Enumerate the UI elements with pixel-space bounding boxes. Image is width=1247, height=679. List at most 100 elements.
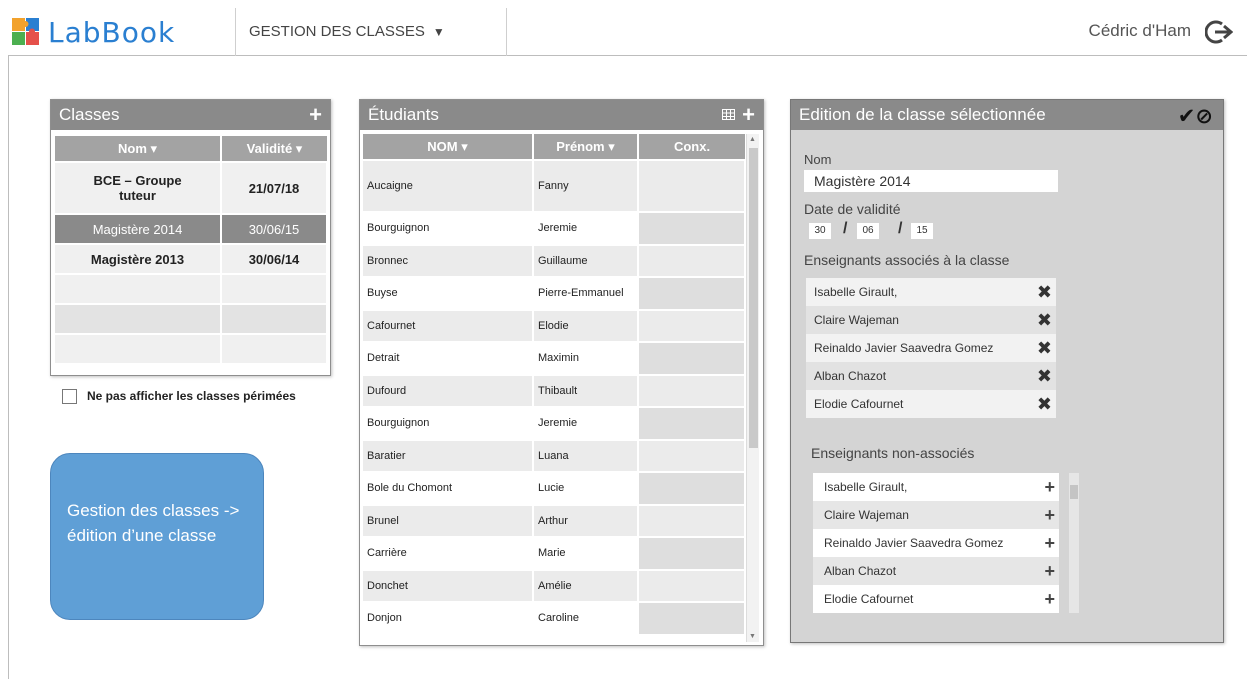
hide-expired-checkbox[interactable] [62,389,77,405]
classes-table: Nom ▾ Validité ▾ BCE – Groupe tuteur 21/… [55,136,328,365]
student-prenom: Jeremie [533,212,639,246]
nom-field[interactable]: Magistère 2014 [804,170,1058,192]
table-row[interactable]: Baratier Luana [363,439,746,473]
table-row[interactable]: Bourguignon Jeremie [363,212,746,246]
scrollbar-thumb[interactable] [749,148,758,448]
student-conx [638,569,746,603]
students-panel: Étudiants + NOM ▾ Prénom ▾ Conx. Aucaign… [359,99,764,646]
table-row[interactable]: Detrait Maximin [363,342,746,376]
remove-teacher-icon[interactable]: ✖ [1037,278,1052,306]
add-teacher-icon[interactable]: + [1044,585,1055,613]
student-nom: Brunel [363,504,534,538]
student-conx [638,277,746,311]
add-teacher-icon[interactable]: + [1044,501,1055,529]
table-row[interactable]: BCE – Groupe tuteur 21/07/18 [55,162,328,215]
add-class-icon[interactable]: + [309,100,322,130]
date-month-field[interactable]: 06 [857,223,879,239]
remove-teacher-icon[interactable]: ✖ [1037,390,1052,418]
column-header-nom[interactable]: Nom ▾ [55,136,222,163]
table-row[interactable]: Aucaigne Fanny [363,160,746,213]
associated-teachers-list: Isabelle Girault, ✖ Claire Wajeman ✖ Reinald… [806,278,1056,418]
table-row[interactable]: Bole du Chomont Lucie [363,472,746,506]
table-row[interactable]: Bourguignon Jeremie [363,407,746,441]
scroll-up-icon[interactable]: ▲ [749,136,756,143]
date-separator: / [898,220,903,237]
empty-row [55,304,328,335]
left-border [8,56,9,679]
student-nom: Detrait [363,342,534,376]
class-validity: 30/06/15 [221,214,328,245]
student-prenom: Jeremie [533,407,639,441]
column-header-validite[interactable]: Validité ▾ [221,136,327,163]
add-teacher-icon[interactable]: + [1044,557,1055,585]
hide-expired-option[interactable]: Ne pas afficher les classes périmées [62,389,296,405]
column-header-conx[interactable]: Conx. [638,134,745,161]
table-grid-icon[interactable] [722,109,735,120]
empty-row [55,334,328,365]
table-row[interactable]: Donjon Caroline [363,602,746,636]
non-associated-teacher-item: Reinaldo Javier Saavedra Gomez + [813,529,1059,557]
add-student-icon[interactable]: + [742,100,755,130]
student-conx [638,602,746,636]
remove-teacher-icon[interactable]: ✖ [1037,362,1052,390]
student-nom: Bourguignon [363,212,534,246]
remove-teacher-icon[interactable]: ✖ [1037,306,1052,334]
table-row[interactable]: Bronnec Guillaume [363,244,746,278]
students-list[interactable]: NOM ▾ Prénom ▾ Conx. Aucaigne Fanny Bourgu… [360,130,746,645]
student-conx [638,472,746,506]
table-row[interactable]: Brunel Arthur [363,504,746,538]
table-row[interactable]: Carrière Marie [363,537,746,571]
non-associated-teacher-item: Isabelle Girault, + [813,473,1059,501]
hide-expired-label: Ne pas afficher les classes périmées [87,389,296,403]
student-prenom: Fanny [533,160,639,213]
student-prenom: Elodie [533,309,639,343]
date-day-field[interactable]: 30 [809,223,831,239]
annotation-note: Gestion des classes -> édition d’une cla… [50,453,264,620]
associated-teacher-item: Reinaldo Javier Saavedra Gomez ✖ [806,334,1056,362]
cancel-icon[interactable]: ⊘ [1195,105,1213,128]
class-validity: 21/07/18 [221,162,328,215]
student-conx [638,244,746,278]
validate-icon[interactable]: ✔ [1178,105,1196,128]
table-row[interactable]: Dufourd Thibault [363,374,746,408]
table-row-selected[interactable]: Magistère 2014 30/06/15 [55,214,328,245]
scrollbar-thumb[interactable] [1070,485,1078,499]
column-header-prenom[interactable]: Prénom ▾ [533,134,639,161]
student-conx [638,537,746,571]
scroll-down-icon[interactable]: ▼ [749,633,756,640]
student-nom: Bronnec [363,244,534,278]
non-associated-scrollbar[interactable] [1069,473,1079,613]
add-teacher-icon[interactable]: + [1044,529,1055,557]
students-table: NOM ▾ Prénom ▾ Conx. Aucaigne Fanny Bourgu… [363,134,746,636]
table-row[interactable]: Buyse Pierre-Emmanuel [363,277,746,311]
students-scrollbar[interactable]: ▲ ▼ [746,134,759,642]
teacher-name: Alban Chazot [824,564,897,578]
student-prenom: Maximin [533,342,639,376]
class-name: BCE – Groupe tuteur [55,162,222,215]
empty-row [55,274,328,305]
student-prenom: Marie [533,537,639,571]
column-header-nom[interactable]: NOM ▾ [363,134,534,161]
logout-icon[interactable] [1205,18,1233,46]
section-menu[interactable]: GESTION DES CLASSES ▼ [237,8,507,56]
date-label: Date de validité [804,201,901,217]
table-row[interactable]: Magistère 2013 30/06/14 [55,244,328,275]
logo-text: LabBook [48,16,176,49]
student-conx [638,407,746,441]
user-name[interactable]: Cédric d'Ham [1089,21,1191,41]
edition-header: Edition de la classe sélectionnée ✔⊘ [791,100,1223,130]
non-associated-teachers-label: Enseignants non-associés [811,445,975,461]
table-row[interactable]: Cafournet Elodie [363,309,746,343]
table-row[interactable]: Donchet Amélie [363,569,746,603]
associated-teacher-item: Alban Chazot ✖ [806,362,1056,390]
students-header: Étudiants + [360,100,763,130]
non-associated-teacher-item: Claire Wajeman + [813,501,1059,529]
student-prenom: Arthur [533,504,639,538]
remove-teacher-icon[interactable]: ✖ [1037,334,1052,362]
logo[interactable]: LabBook [8,8,236,56]
classes-header: Classes + [51,100,330,130]
date-year-field[interactable]: 15 [911,223,933,239]
teacher-name: Reinaldo Javier Saavedra Gomez [814,341,994,355]
teacher-name: Isabelle Girault, [824,480,908,494]
add-teacher-icon[interactable]: + [1044,473,1055,501]
